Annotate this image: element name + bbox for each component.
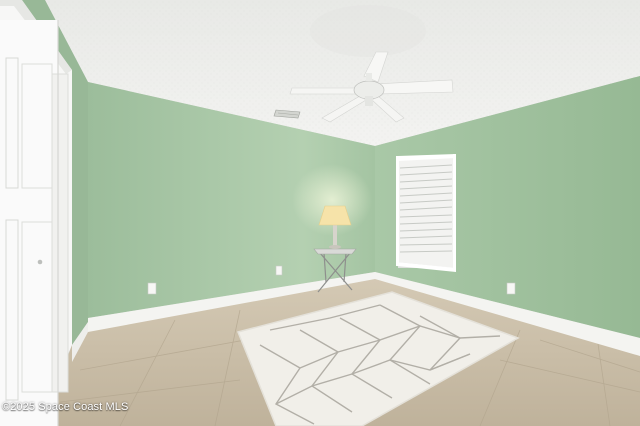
closet-door <box>0 0 72 426</box>
room-photo <box>0 0 640 426</box>
outlet-back-left <box>147 282 157 295</box>
window-blinds <box>396 154 456 272</box>
outlet-back-mid <box>275 265 283 276</box>
outlet-right <box>506 282 516 295</box>
side-table-top <box>313 248 357 255</box>
copyright-watermark: ©2025 Space Coast MLS <box>2 401 129 413</box>
